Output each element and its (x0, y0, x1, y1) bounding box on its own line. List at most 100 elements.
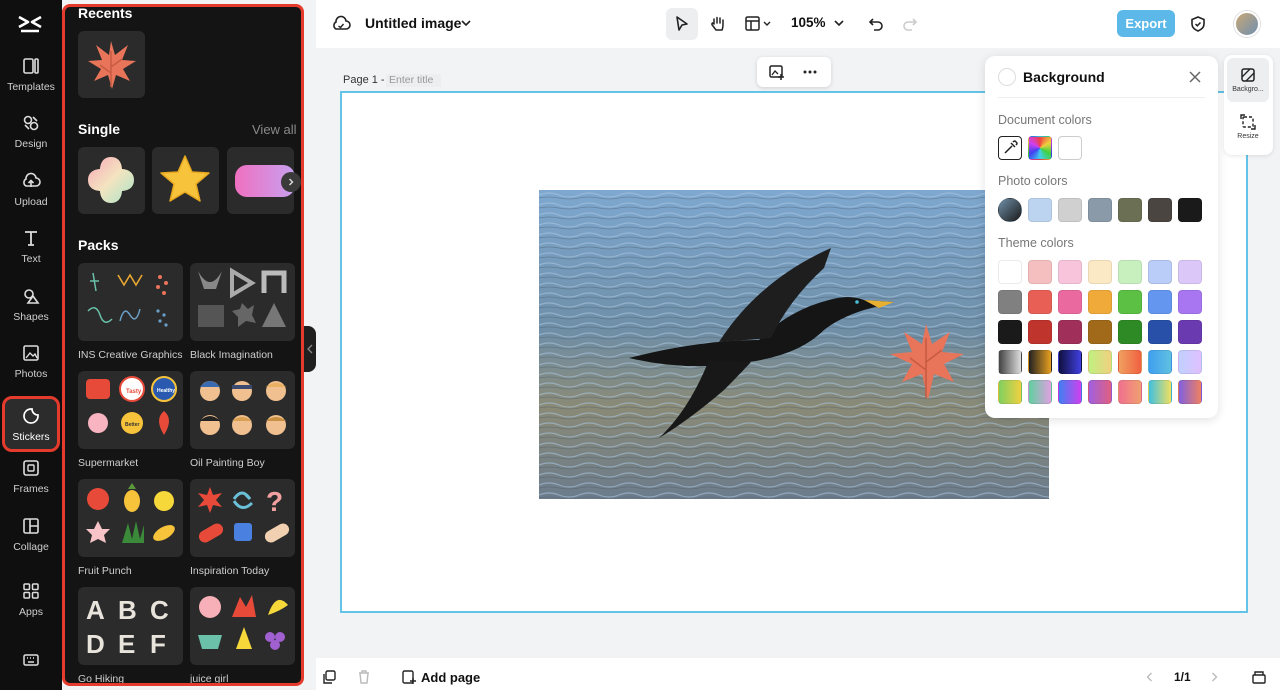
gradient-color-swatch[interactable] (1178, 380, 1202, 404)
theme-color-swatch[interactable] (1058, 290, 1082, 314)
rail-item-frames[interactable]: Frames (4, 449, 58, 503)
theme-color-swatch[interactable] (1028, 320, 1052, 344)
photo-color-swatch[interactable] (1178, 198, 1202, 222)
capcut-logo[interactable] (16, 10, 44, 38)
theme-color-swatch[interactable] (1148, 290, 1172, 314)
user-avatar[interactable] (1234, 11, 1260, 37)
theme-color-swatch[interactable] (1088, 260, 1112, 284)
gradient-color-swatch[interactable] (1148, 380, 1172, 404)
tab-resize[interactable]: Resize (1227, 105, 1269, 149)
panel-collapse-handle[interactable] (304, 326, 316, 372)
pack-go-hiking[interactable]: A B C D E F (78, 587, 183, 665)
close-button[interactable] (1186, 68, 1204, 86)
next-page-button[interactable] (1206, 669, 1222, 685)
view-all-link[interactable]: View all (252, 122, 297, 137)
pages-panel-button[interactable] (1250, 668, 1268, 686)
hand-tool-button[interactable] (702, 8, 734, 40)
rail-item-text[interactable]: Text (4, 219, 58, 273)
canvas-photo-cormorant[interactable] (539, 190, 1049, 499)
rail-item-stickers[interactable]: Stickers (2, 396, 60, 452)
gradient-color-swatch[interactable] (1178, 350, 1202, 374)
gradient-color-swatch[interactable] (1088, 380, 1112, 404)
gradient-color-swatch[interactable] (1088, 350, 1112, 374)
photo-color-swatch[interactable] (1058, 198, 1082, 222)
single-sticker-flower[interactable] (78, 147, 145, 214)
photo-color-swatch[interactable] (1088, 198, 1112, 222)
theme-color-swatch[interactable] (1088, 290, 1112, 314)
theme-color-swatch[interactable] (998, 260, 1022, 284)
pack-ins-creative-graphics[interactable] (78, 263, 183, 341)
rail-item-shapes[interactable]: Shapes (4, 277, 58, 331)
photo-color-swatch[interactable] (1148, 198, 1172, 222)
rail-item-photos[interactable]: Photos (4, 334, 58, 388)
custom-color-picker[interactable] (1028, 136, 1052, 160)
document-color-white[interactable] (1058, 136, 1082, 160)
theme-color-swatch[interactable] (1118, 260, 1142, 284)
gradient-color-swatch[interactable] (1058, 380, 1082, 404)
select-tool-button[interactable] (666, 8, 698, 40)
theme-color-swatch[interactable] (998, 290, 1022, 314)
theme-color-swatch[interactable] (1118, 320, 1142, 344)
pack-black-imagination[interactable] (190, 263, 295, 341)
pack-inspiration-today[interactable]: ? (190, 479, 295, 557)
replace-image-button[interactable] (767, 63, 787, 81)
carousel-next-button[interactable] (281, 172, 301, 192)
pack-oil-painting-boy[interactable] (190, 371, 295, 449)
canvas-leaf-sticker[interactable] (884, 318, 969, 406)
gradient-color-swatch[interactable] (1028, 380, 1052, 404)
gradient-color-swatch[interactable] (1148, 350, 1172, 374)
gradient-color-swatch[interactable] (1058, 350, 1082, 374)
pack-fruit-punch[interactable] (78, 479, 183, 557)
gradient-color-swatch[interactable] (998, 380, 1022, 404)
tab-background[interactable]: Backgro... (1227, 58, 1269, 102)
security-button[interactable] (1186, 12, 1210, 36)
rail-item-design[interactable]: Design (4, 104, 58, 158)
eyedropper-button[interactable] (998, 136, 1022, 160)
theme-color-swatch[interactable] (1118, 290, 1142, 314)
gradient-color-swatch[interactable] (1118, 380, 1142, 404)
zoom-level[interactable]: 105% (791, 15, 826, 30)
rail-item-apps[interactable]: Apps (4, 572, 58, 626)
rail-item-templates[interactable]: Templates (4, 47, 58, 101)
more-options-button[interactable] (799, 63, 821, 81)
theme-color-swatch[interactable] (1028, 290, 1052, 314)
document-title[interactable]: Untitled image (365, 15, 461, 31)
theme-color-swatch[interactable] (1058, 320, 1082, 344)
photo-color-swatch[interactable] (1028, 198, 1052, 222)
gradient-color-swatch[interactable] (1118, 350, 1142, 374)
rail-item-upload[interactable]: Upload (4, 162, 58, 216)
title-menu-button[interactable] (457, 14, 475, 32)
theme-color-swatch[interactable] (1058, 260, 1082, 284)
add-page-button[interactable]: Add page (421, 670, 480, 685)
pack-supermarket[interactable]: Tasty Healthy Better (78, 371, 183, 449)
cloud-sync-button[interactable] (330, 13, 352, 35)
rail-item-collage[interactable]: Collage (4, 507, 58, 561)
undo-button[interactable] (864, 12, 888, 36)
export-button[interactable]: Export (1117, 10, 1175, 37)
redo-button[interactable] (898, 12, 922, 36)
theme-color-swatch[interactable] (1148, 260, 1172, 284)
prev-page-button[interactable] (1142, 669, 1158, 685)
keyboard-shortcuts-button[interactable] (4, 640, 58, 680)
duplicate-page-button[interactable] (320, 668, 338, 686)
add-page-icon-button[interactable] (400, 668, 418, 686)
gradient-color-swatch[interactable] (998, 350, 1022, 374)
layout-button[interactable] (740, 8, 776, 40)
theme-color-swatch[interactable] (998, 320, 1022, 344)
photo-thumbnail-swatch[interactable] (998, 198, 1022, 222)
photo-color-swatch[interactable] (1118, 198, 1142, 222)
theme-color-swatch[interactable] (1178, 260, 1202, 284)
zoom-menu-button[interactable] (830, 14, 848, 32)
pack-juice-girl[interactable] (190, 587, 295, 665)
theme-color-swatch[interactable] (1178, 320, 1202, 344)
gradient-color-swatch[interactable] (1028, 350, 1052, 374)
page-title-input[interactable]: Enter title (386, 74, 441, 87)
single-sticker-star[interactable] (152, 147, 219, 214)
theme-color-swatch[interactable] (1088, 320, 1112, 344)
misc-stickers-pack-icon: ? (198, 486, 290, 543)
recent-sticker-leaf[interactable] (78, 31, 145, 98)
theme-color-swatch[interactable] (1178, 290, 1202, 314)
theme-color-swatch[interactable] (1148, 320, 1172, 344)
delete-page-button[interactable] (355, 668, 373, 686)
theme-color-swatch[interactable] (1028, 260, 1052, 284)
